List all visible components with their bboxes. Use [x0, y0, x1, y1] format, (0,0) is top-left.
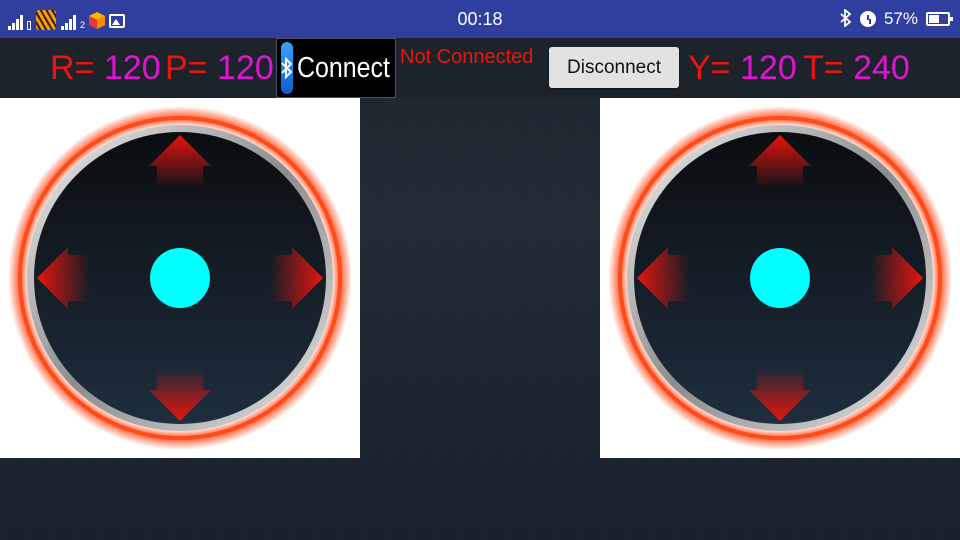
right-joystick-panel[interactable]: [600, 98, 960, 458]
left-joystick-panel[interactable]: [0, 98, 360, 458]
bluetooth-connect-button[interactable]: Connect: [276, 38, 396, 98]
throttle-label: T=: [803, 49, 844, 87]
yaw-label: Y=: [688, 49, 731, 87]
alarm-icon: [859, 11, 876, 27]
control-row: R= 120 P= 120 Connect Not Connected Disc…: [0, 38, 960, 98]
right-joystick[interactable]: [600, 98, 960, 458]
yaw-value: 120: [740, 49, 797, 87]
connection-status: Not Connected: [400, 46, 534, 68]
throttle-value: 240: [853, 49, 910, 87]
pitch-readout: P= 120: [165, 48, 274, 88]
battery-fill: [929, 15, 939, 23]
status-right-icons: 57%: [840, 7, 953, 30]
bluetooth-icon: [840, 7, 852, 30]
roll-label: R=: [50, 49, 95, 87]
throttle-readout: T= 240: [803, 48, 910, 88]
status-time: 00:18: [457, 9, 503, 29]
pitch-value: 120: [217, 49, 274, 87]
bluetooth-icon: [281, 42, 293, 94]
connect-label: Connect: [297, 51, 390, 84]
left-joystick[interactable]: [0, 98, 360, 458]
battery-percent: 57%: [883, 9, 918, 28]
joystick-knob[interactable]: [750, 248, 810, 308]
status-bar: 2 00:18 57%: [0, 0, 960, 38]
battery-icon: [926, 12, 953, 26]
pitch-label: P=: [165, 49, 208, 87]
disconnect-button[interactable]: Disconnect: [549, 47, 679, 88]
roll-value: 120: [103, 49, 161, 87]
yaw-readout: Y= 120: [688, 48, 797, 88]
roll-readout: R= 120: [50, 48, 161, 88]
joystick-knob[interactable]: [150, 248, 210, 308]
